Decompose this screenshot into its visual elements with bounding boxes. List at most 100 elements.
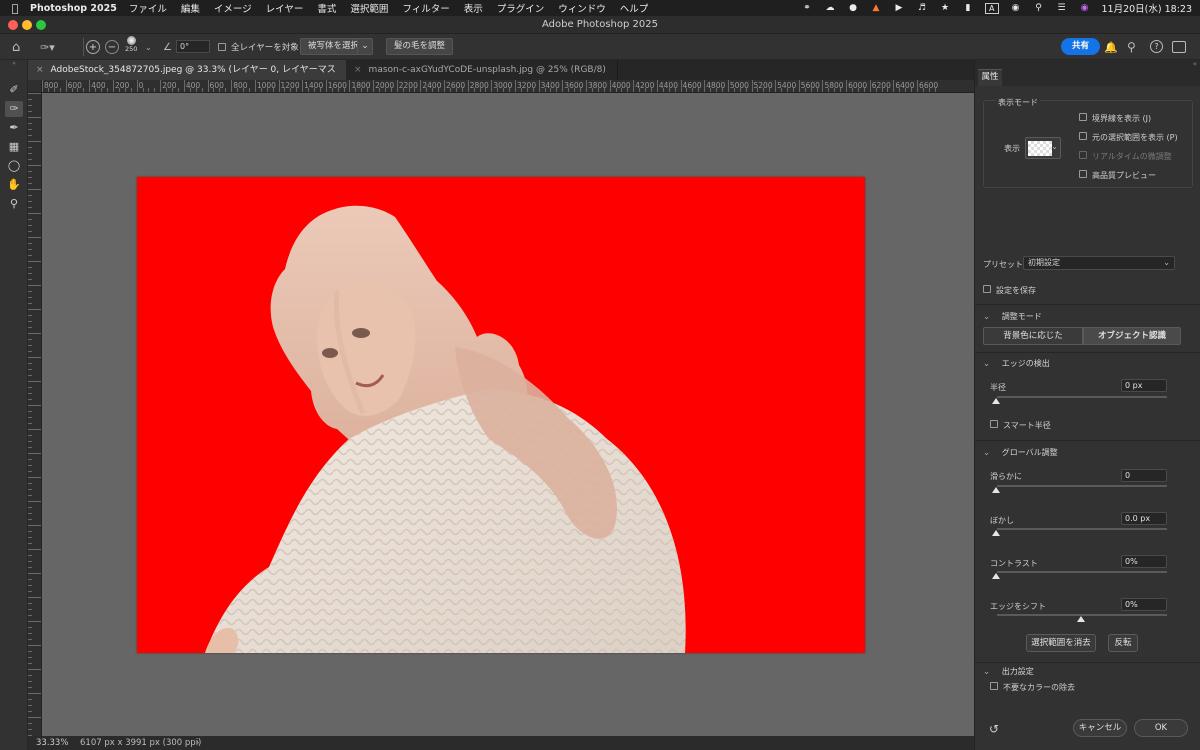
volume-icon[interactable]: ♬ bbox=[916, 3, 928, 13]
decontaminate-checkbox[interactable]: 不要なカラーの除去 bbox=[990, 682, 1075, 693]
tab-properties[interactable]: 属性 bbox=[978, 69, 1002, 86]
search-icon[interactable]: ⚲ bbox=[1033, 3, 1045, 13]
reset-icon[interactable]: ↺ bbox=[989, 722, 999, 736]
angle-input[interactable]: 0° bbox=[176, 40, 210, 53]
vertical-ruler[interactable] bbox=[28, 93, 42, 736]
smart-radius-checkbox[interactable]: スマート半径 bbox=[990, 420, 1051, 431]
shift-edge-input[interactable]: 0% bbox=[1121, 598, 1167, 611]
sample-all-layers-box[interactable] bbox=[218, 43, 226, 51]
edge-detection-header[interactable]: ⌄ エッジの検出 bbox=[983, 358, 1050, 369]
contrast-slider-thumb[interactable] bbox=[992, 573, 1000, 579]
help-icon[interactable]: ? bbox=[1150, 40, 1163, 53]
view-mode-thumbnail-picker[interactable]: ⌄ bbox=[1025, 137, 1061, 159]
menu-filter[interactable]: フィルター bbox=[402, 1, 449, 15]
wifi-icon[interactable]: ◉ bbox=[1010, 3, 1022, 13]
menu-help[interactable]: ヘルプ bbox=[620, 1, 649, 15]
menu-file[interactable]: ファイル bbox=[129, 1, 167, 15]
preset-select[interactable]: 初期設定 ⌄ bbox=[1023, 256, 1175, 270]
select-subject-dropdown-icon[interactable]: ⌄ bbox=[357, 38, 373, 55]
collapse-toolbar-icon[interactable]: » bbox=[5, 60, 23, 68]
checkbox-box[interactable] bbox=[983, 285, 991, 293]
hq-preview-checkbox[interactable]: 高品質プレビュー bbox=[1079, 170, 1156, 181]
cancel-button[interactable]: キャンセル bbox=[1073, 719, 1127, 737]
menu-layer[interactable]: レイヤー bbox=[266, 1, 304, 15]
menubar-datetime[interactable]: 11月20日(水) 18:23 bbox=[1102, 1, 1193, 15]
checkbox-box[interactable] bbox=[1079, 113, 1087, 121]
show-edges-checkbox[interactable]: 境界線を表示 (J) bbox=[1079, 113, 1151, 124]
horizontal-ruler[interactable]: 800 600 400 200 0 200 400 600 800 1000 1200 1400 160… bbox=[42, 80, 974, 93]
search-icon[interactable]: ⚲ bbox=[1127, 38, 1136, 56]
zoom-tool-icon[interactable]: ⚲ bbox=[5, 196, 23, 212]
bluetooth-icon[interactable]: ★ bbox=[939, 3, 951, 13]
notifications-bell-icon[interactable]: 🔔 bbox=[1104, 38, 1118, 56]
save-settings-checkbox[interactable]: 設定を保存 bbox=[983, 285, 1036, 296]
smooth-slider-track[interactable] bbox=[997, 485, 1167, 487]
color-aware-button[interactable]: 背景色に応じた bbox=[983, 327, 1083, 345]
status-info-chevron-icon[interactable]: › bbox=[196, 736, 199, 750]
radius-slider-track[interactable] bbox=[997, 396, 1167, 398]
zoom-level[interactable]: 33.33% bbox=[36, 736, 68, 750]
tab-close-icon[interactable]: × bbox=[36, 65, 44, 75]
panel-collapse-icon[interactable]: « bbox=[1193, 60, 1197, 68]
sync-icon[interactable]: ● bbox=[847, 3, 859, 13]
brave-icon[interactable]: ▲ bbox=[870, 3, 882, 13]
radius-slider-thumb[interactable] bbox=[992, 398, 1000, 404]
show-original-checkbox[interactable]: 元の選択範囲を表示 (P) bbox=[1079, 132, 1178, 143]
invert-button[interactable]: 反転 bbox=[1108, 634, 1138, 652]
hand-tool-icon[interactable]: ✋ bbox=[5, 177, 23, 193]
apple-menu-icon[interactable]:  bbox=[0, 2, 30, 15]
output-settings-header[interactable]: ⌄ 出力設定 bbox=[983, 666, 1034, 677]
input-method-indicator[interactable]: A bbox=[985, 2, 999, 14]
canvas-area[interactable] bbox=[42, 93, 974, 736]
checkbox-box[interactable] bbox=[990, 420, 998, 428]
object-selection-tool-icon[interactable]: ▦ bbox=[5, 139, 23, 155]
tab-close-icon[interactable]: × bbox=[354, 65, 362, 75]
sample-all-layers-checkbox[interactable]: 全レイヤーを対象 bbox=[218, 38, 299, 56]
checkbox-box[interactable] bbox=[1079, 170, 1087, 178]
clear-selection-button[interactable]: 選択範囲を消去 bbox=[1026, 634, 1096, 652]
tab-document-2[interactable]: × mason-c-axGYudYCoDE-unsplash.jpg @ 25% … bbox=[346, 60, 618, 80]
menu-image[interactable]: イメージ bbox=[214, 1, 252, 15]
battery-icon[interactable]: ▮ bbox=[962, 3, 974, 13]
quick-selection-tool-icon[interactable]: ✐ bbox=[5, 82, 23, 98]
shift-edge-slider-thumb[interactable] bbox=[1077, 616, 1085, 622]
menu-edit[interactable]: 編集 bbox=[181, 1, 200, 15]
feather-slider-track[interactable] bbox=[997, 528, 1167, 530]
feather-input[interactable]: 0.0 px bbox=[1121, 512, 1167, 525]
brush-tool-icon[interactable]: ✒ bbox=[5, 120, 23, 136]
subtract-from-selection-icon[interactable]: − bbox=[105, 40, 119, 54]
checkbox-box[interactable] bbox=[990, 682, 998, 690]
radius-input[interactable]: 0 px bbox=[1121, 379, 1167, 392]
menu-view[interactable]: 表示 bbox=[464, 1, 483, 15]
smooth-input[interactable]: 0 bbox=[1121, 469, 1167, 482]
refine-hair-button[interactable]: 髪の毛を調整 bbox=[386, 38, 454, 55]
play-icon[interactable]: ▶ bbox=[893, 3, 905, 13]
menu-select[interactable]: 選択範囲 bbox=[350, 1, 388, 15]
checkbox-box[interactable] bbox=[1079, 151, 1087, 159]
smooth-slider-thumb[interactable] bbox=[992, 487, 1000, 493]
workspace-icon[interactable] bbox=[1172, 41, 1186, 53]
checkbox-box[interactable] bbox=[1079, 132, 1087, 140]
document-image[interactable] bbox=[137, 177, 865, 653]
home-icon[interactable]: ⌂ bbox=[12, 38, 20, 56]
refine-mode-header[interactable]: ⌄ 調整モード bbox=[983, 311, 1042, 322]
ruler-origin[interactable] bbox=[28, 80, 42, 93]
cloud-icon[interactable]: ☁ bbox=[824, 3, 836, 13]
tab-document-1[interactable]: × AdobeStock_354872705.jpeg @ 33.3% (レイヤー… bbox=[28, 60, 346, 95]
control-center-icon[interactable]: ☰ bbox=[1056, 3, 1068, 13]
creative-cloud-icon[interactable]: ⚭ bbox=[801, 3, 813, 13]
realtime-refine-checkbox[interactable]: リアルタイムの微調整 bbox=[1079, 151, 1172, 162]
add-to-selection-icon[interactable]: + bbox=[86, 40, 100, 54]
refine-edge-brush-tool-icon[interactable]: ✑ bbox=[5, 101, 23, 117]
menu-app-name[interactable]: Photoshop 2025 bbox=[30, 3, 117, 14]
menu-window[interactable]: ウィンドウ bbox=[558, 1, 606, 15]
tool-preset-picker-icon[interactable]: ✑▾ bbox=[40, 38, 55, 56]
global-refinements-header[interactable]: ⌄ グローバル調整 bbox=[983, 447, 1058, 458]
object-aware-button[interactable]: オブジェクト認識 bbox=[1083, 327, 1181, 345]
menu-plugins[interactable]: プラグイン bbox=[497, 1, 545, 15]
brush-size-picker[interactable]: 250 bbox=[125, 36, 137, 58]
share-button[interactable]: 共有 bbox=[1061, 38, 1101, 55]
siri-icon[interactable]: ◉ bbox=[1079, 3, 1091, 13]
contrast-input[interactable]: 0% bbox=[1121, 555, 1167, 568]
contrast-slider-track[interactable] bbox=[997, 571, 1167, 573]
